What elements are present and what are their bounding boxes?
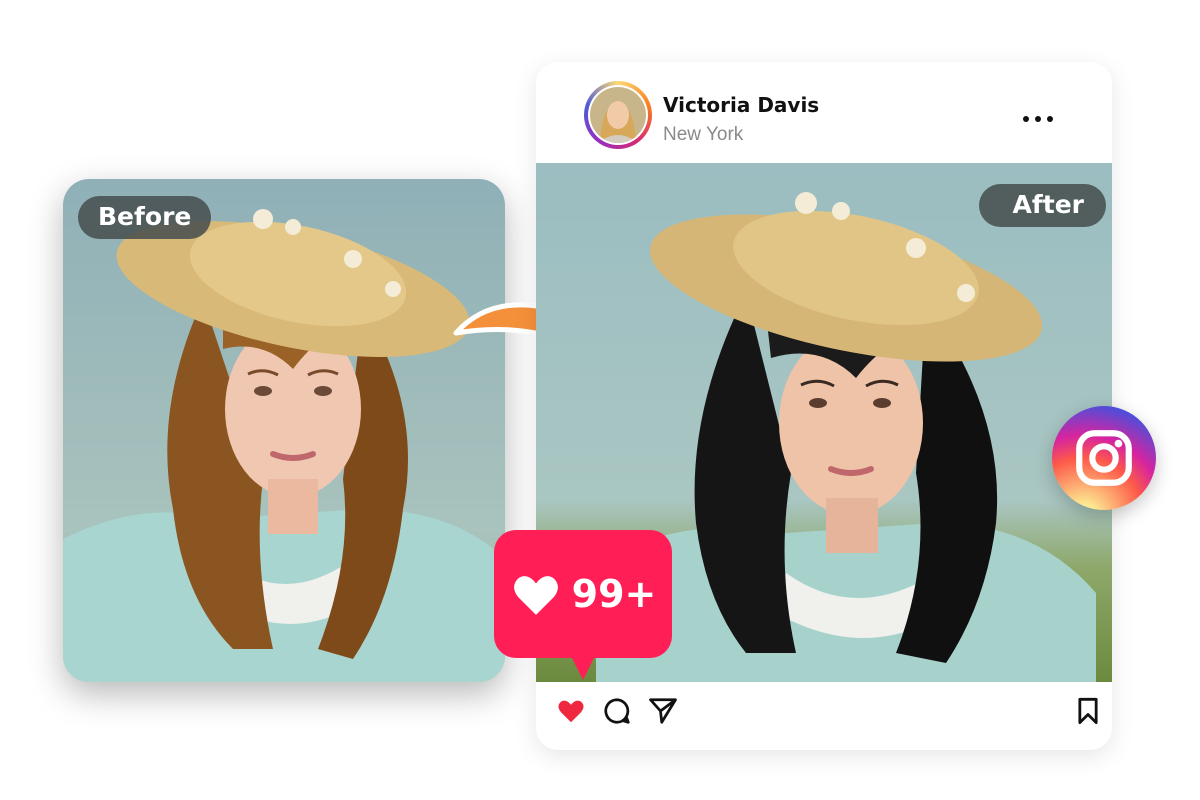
- more-dots-icon[interactable]: [1016, 106, 1060, 132]
- avatar[interactable]: [584, 81, 652, 149]
- bookmark-icon[interactable]: [1074, 696, 1102, 726]
- instagram-icon[interactable]: [1052, 406, 1156, 510]
- like-notification-bubble: 99+: [494, 530, 672, 680]
- comment-icon[interactable]: [602, 696, 632, 726]
- before-photo: [63, 179, 505, 682]
- location[interactable]: New York: [663, 124, 743, 146]
- post-header: Victoria Davis New York: [536, 62, 1112, 163]
- before-photo-card: Before: [63, 179, 505, 682]
- share-icon[interactable]: [648, 696, 678, 726]
- username[interactable]: Victoria Davis: [663, 93, 819, 117]
- post-action-bar: [536, 682, 1112, 750]
- heart-icon: [513, 576, 558, 615]
- avatar-photo: [590, 87, 646, 143]
- heart-icon[interactable]: [556, 696, 586, 726]
- before-label: Before: [78, 196, 212, 239]
- after-label: After: [978, 184, 1106, 227]
- like-count: 99+: [571, 572, 657, 616]
